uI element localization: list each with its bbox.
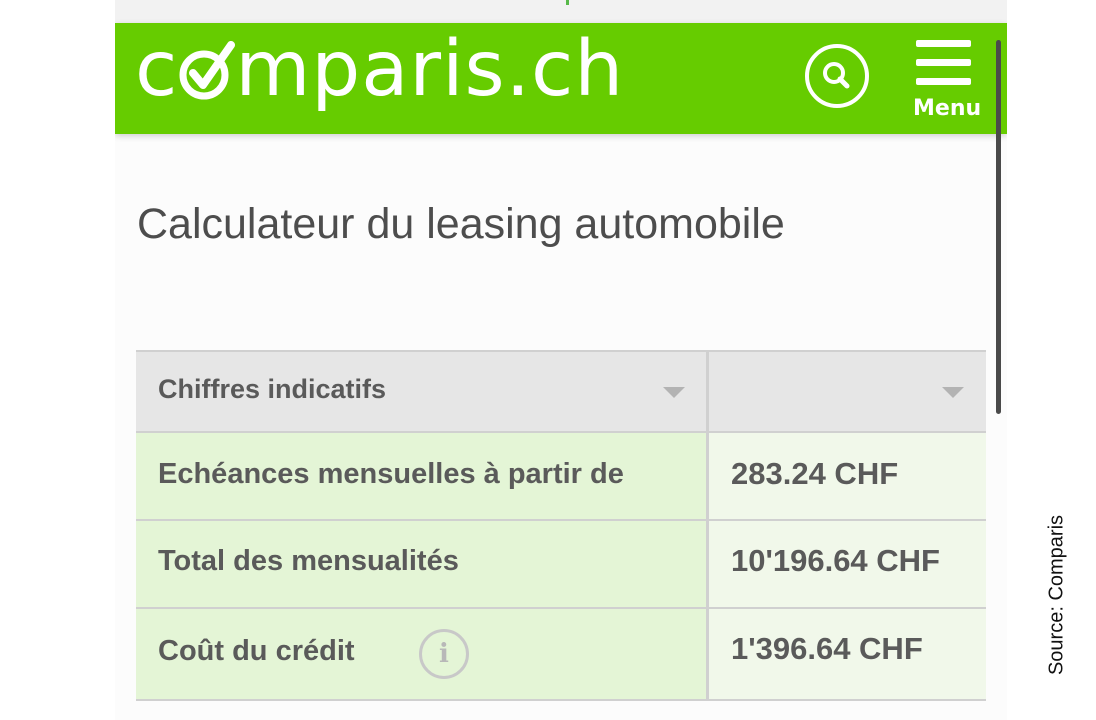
- table-row: Total des mensualités 10'196.64 CHF: [136, 521, 986, 609]
- row-value: 1'396.64 CHF: [731, 631, 923, 666]
- logo-text-prefix: c: [135, 25, 179, 114]
- search-icon: [823, 62, 850, 89]
- row-value: 283.24 CHF: [731, 456, 899, 491]
- secondary-dropdown[interactable]: [709, 352, 986, 431]
- row-value-cell: 10'196.64 CHF: [709, 521, 986, 607]
- site-header: c mparis.ch Menu: [115, 23, 1007, 134]
- table-row: Echéances mensuelles à partir de 283.24 …: [136, 433, 986, 521]
- row-value: 10'196.64 CHF: [731, 543, 940, 578]
- menu-button[interactable]: Menu: [913, 40, 982, 124]
- checkmark-logo-icon: [178, 33, 236, 103]
- row-label: Echéances mensuelles à partir de: [158, 458, 624, 490]
- mobile-screen: c mparis.ch Menu Calculateur du leasing a…: [115, 0, 1007, 720]
- row-label: Coût du crédit: [158, 635, 355, 667]
- row-value-cell: 1'396.64 CHF: [709, 609, 986, 699]
- source-credit: Source: Comparis: [1045, 514, 1068, 676]
- chevron-down-icon: [663, 387, 685, 398]
- indicative-figures-dropdown[interactable]: Chiffres indicatifs: [136, 352, 709, 431]
- page-scrollbar[interactable]: [996, 40, 1001, 414]
- row-value-cell: 283.24 CHF: [709, 433, 986, 519]
- info-icon[interactable]: i: [419, 629, 469, 679]
- page-title: Calculateur du leasing automobile: [137, 200, 785, 248]
- browser-top-strip: [115, 0, 1007, 23]
- comparis-logo[interactable]: c mparis.ch: [135, 31, 624, 108]
- table-header-row: Chiffres indicatifs: [136, 350, 986, 433]
- row-label: Total des mensualités: [158, 545, 459, 577]
- search-button[interactable]: [805, 44, 869, 108]
- loading-indicator: [566, 0, 569, 5]
- row-label-cell: Total des mensualités: [136, 521, 709, 607]
- menu-label: Menu: [913, 96, 982, 121]
- row-label-cell: Echéances mensuelles à partir de: [136, 433, 709, 519]
- header-left-label: Chiffres indicatifs: [158, 374, 387, 404]
- logo-text-suffix: mparis.ch: [235, 25, 625, 114]
- row-label-cell: Coût du crédit i: [136, 609, 709, 699]
- chevron-down-icon: [942, 387, 964, 398]
- table-row: Coût du crédit i 1'396.64 CHF: [136, 609, 986, 701]
